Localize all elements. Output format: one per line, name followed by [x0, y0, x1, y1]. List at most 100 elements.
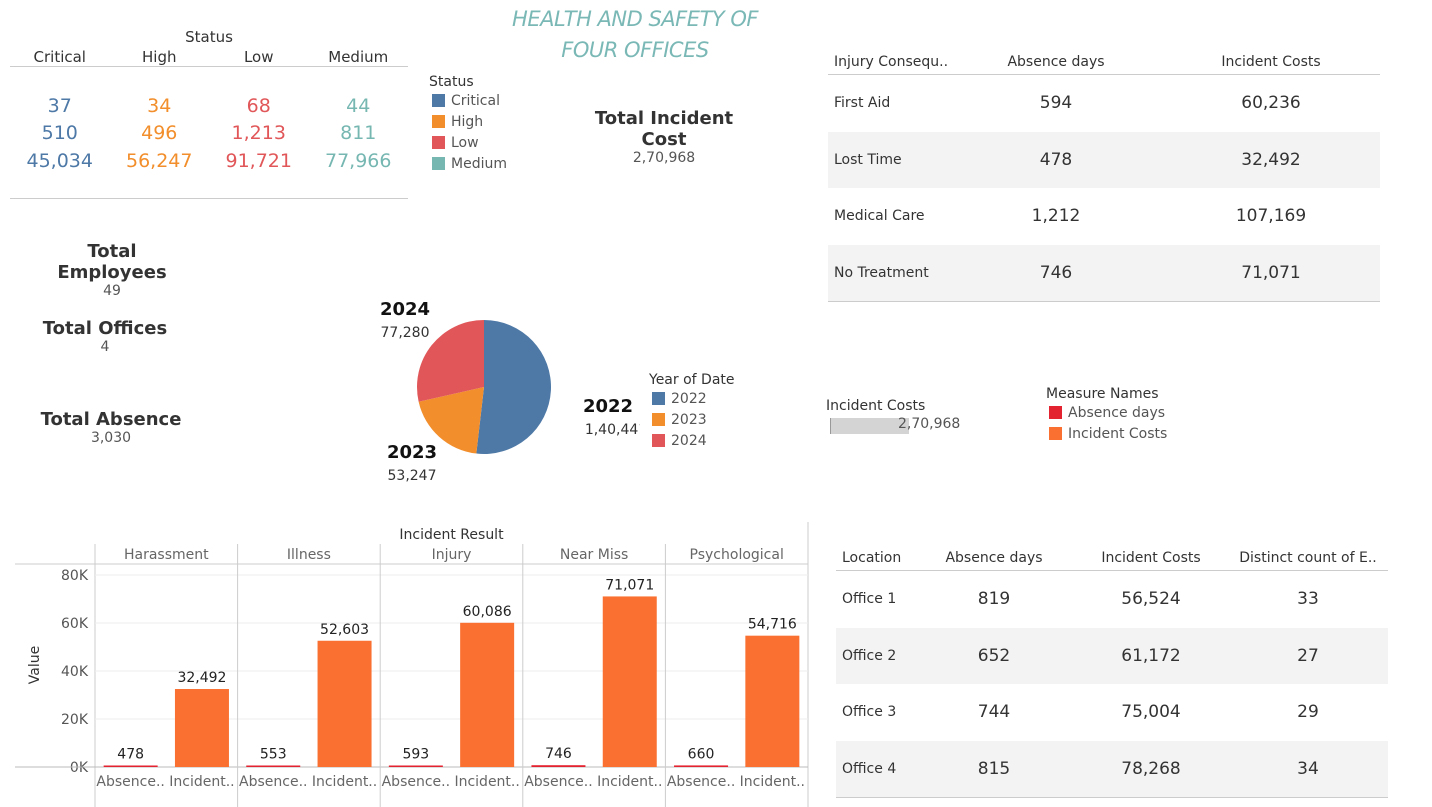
- injury-cell: 478: [1039, 149, 1073, 170]
- measure-legend: Measure Names Absence days Incident Costs: [1046, 386, 1167, 444]
- pie-year-label: 2022: [583, 396, 633, 417]
- incident-costs-mini-label: Incident Costs: [826, 398, 926, 414]
- pie-value-label: 1,40,441: [585, 422, 640, 438]
- injury-table: Injury Consequ.. Absence days Incident Cos…: [828, 52, 1380, 302]
- legend-swatch: [652, 413, 665, 426]
- incident-costs-mini-row: 2,70,968: [826, 416, 1026, 436]
- total-employees-label: Total Employees: [57, 241, 167, 283]
- status-row: 37 34 68 44: [10, 92, 408, 120]
- status-value: 510: [41, 122, 78, 145]
- injury-row: First Aid 594 60,236: [828, 75, 1380, 132]
- x-tick-label: Absence..: [239, 774, 307, 790]
- legend-label: 2023: [671, 411, 707, 428]
- bar-incident-costs[interactable]: [602, 596, 657, 767]
- status-legend-item[interactable]: Critical: [432, 90, 507, 111]
- bar-absence-days[interactable]: [103, 765, 158, 768]
- incident-costs-mini-value: 2,70,968: [898, 416, 961, 432]
- location-cell: 56,524: [1121, 589, 1181, 609]
- location-cell: 819: [977, 589, 1011, 609]
- status-column-header: Medium: [328, 48, 389, 66]
- x-tick-label: Incident..: [597, 774, 662, 790]
- bar-incident-costs[interactable]: [317, 640, 372, 767]
- year-legend-item[interactable]: 2022: [652, 388, 735, 409]
- bar-absence-days[interactable]: [246, 765, 301, 768]
- measure-legend-item[interactable]: Incident Costs: [1049, 423, 1167, 444]
- y-tick-label: 40K: [61, 664, 89, 680]
- bar-value-label: 593: [402, 747, 429, 763]
- location-header-cell: Location: [842, 550, 902, 566]
- total-incident-cost: Total Incident Cost 2,70,968: [570, 108, 758, 166]
- injury-header-cell: Incident Costs: [1221, 54, 1321, 70]
- group-label: Near Miss: [560, 547, 628, 563]
- status-value: 56,247: [126, 149, 193, 172]
- status-value: 1,213: [231, 122, 286, 145]
- legend-label: Critical: [451, 92, 500, 109]
- bar-value-label: 52,603: [320, 622, 369, 638]
- pie-slice-2022[interactable]: [476, 320, 551, 454]
- y-tick-label: 80K: [61, 568, 89, 584]
- bar-chart-title: Incident Result: [399, 527, 504, 543]
- bar-incident-costs[interactable]: [174, 689, 229, 767]
- legend-label: 2022: [671, 390, 707, 407]
- injury-cell: First Aid: [834, 95, 891, 111]
- injury-cell: Medical Care: [834, 208, 925, 224]
- status-value: 91,721: [225, 149, 292, 172]
- status-legend-items: Critical High Low Medium: [432, 90, 507, 174]
- location-cell: Office 2: [842, 647, 897, 664]
- incident-costs-mini: Incident Costs 2,70,968: [826, 398, 1026, 436]
- bar-value-label: 660: [688, 746, 715, 762]
- injury-cell: No Treatment: [834, 264, 929, 281]
- bar-absence-days[interactable]: [388, 765, 443, 768]
- year-pie-chart: 2022 1,40,441 2023 53,247 2024 77,280: [380, 299, 640, 484]
- location-header-cell: Absence days: [945, 550, 1043, 566]
- injury-row: No Treatment 746 71,071: [828, 244, 1380, 302]
- status-value: 44: [346, 94, 371, 117]
- year-legend-item[interactable]: 2024: [652, 430, 735, 451]
- group-label: Psychological: [690, 547, 784, 563]
- group-label: Harassment: [124, 547, 209, 563]
- year-legend-items: 2022 2023 2024: [652, 388, 735, 451]
- pie-year-label: 2023: [387, 442, 437, 463]
- location-cell: 33: [1297, 589, 1319, 609]
- y-tick-label: 20K: [61, 712, 89, 728]
- location-cell: Office 3: [842, 704, 897, 720]
- status-value: 45,034: [26, 149, 93, 172]
- title-line-1: HEALTH AND SAFETY OF: [512, 7, 758, 31]
- measure-legend-items: Absence days Incident Costs: [1049, 402, 1167, 444]
- injury-header-cell: Absence days: [1007, 54, 1105, 70]
- x-tick-label: Absence..: [96, 774, 164, 790]
- injury-cell: 746: [1039, 262, 1073, 283]
- bar-incident-costs[interactable]: [745, 635, 800, 767]
- status-value: 34: [147, 94, 172, 117]
- title-line-2: FOUR OFFICES: [561, 38, 709, 62]
- injury-cell: 1,212: [1031, 206, 1081, 226]
- location-cell: 27: [1297, 645, 1319, 666]
- status-value: 811: [340, 122, 377, 145]
- total-employees-value: 49: [103, 283, 121, 299]
- status-header: Status: [185, 28, 233, 46]
- x-tick-label: Incident..: [169, 774, 234, 790]
- y-tick-label: 60K: [61, 616, 89, 632]
- legend-label: Incident Costs: [1068, 425, 1168, 442]
- measure-legend-item[interactable]: Absence days: [1049, 402, 1167, 423]
- status-legend-item[interactable]: High: [432, 111, 507, 132]
- status-legend-item[interactable]: Low: [432, 132, 507, 153]
- bar-absence-days[interactable]: [674, 765, 729, 767]
- location-table: Location Absence days Incident Costs Distin…: [836, 548, 1388, 798]
- total-incident-cost-value: 2,70,968: [632, 150, 696, 166]
- status-divider-top: [10, 66, 408, 67]
- injury-row: Lost Time 478 32,492: [828, 131, 1380, 188]
- location-cell: 75,004: [1121, 702, 1181, 722]
- location-cell: 744: [977, 702, 1011, 722]
- status-legend-item[interactable]: Medium: [432, 153, 507, 174]
- status-column-header: High: [142, 48, 177, 66]
- bar-incident-costs[interactable]: [460, 622, 515, 767]
- group-label: Illness: [287, 547, 331, 563]
- location-cell: 652: [977, 645, 1011, 666]
- x-tick-label: Absence..: [382, 774, 450, 790]
- bar-absence-days[interactable]: [531, 765, 586, 767]
- legend-swatch: [432, 94, 445, 107]
- year-legend-item[interactable]: 2023: [652, 409, 735, 430]
- location-table-body: Office 1 819 56,524 33 Office 2 652 61,172 27 Of…: [836, 571, 1388, 798]
- bar-value-label: 478: [117, 747, 144, 763]
